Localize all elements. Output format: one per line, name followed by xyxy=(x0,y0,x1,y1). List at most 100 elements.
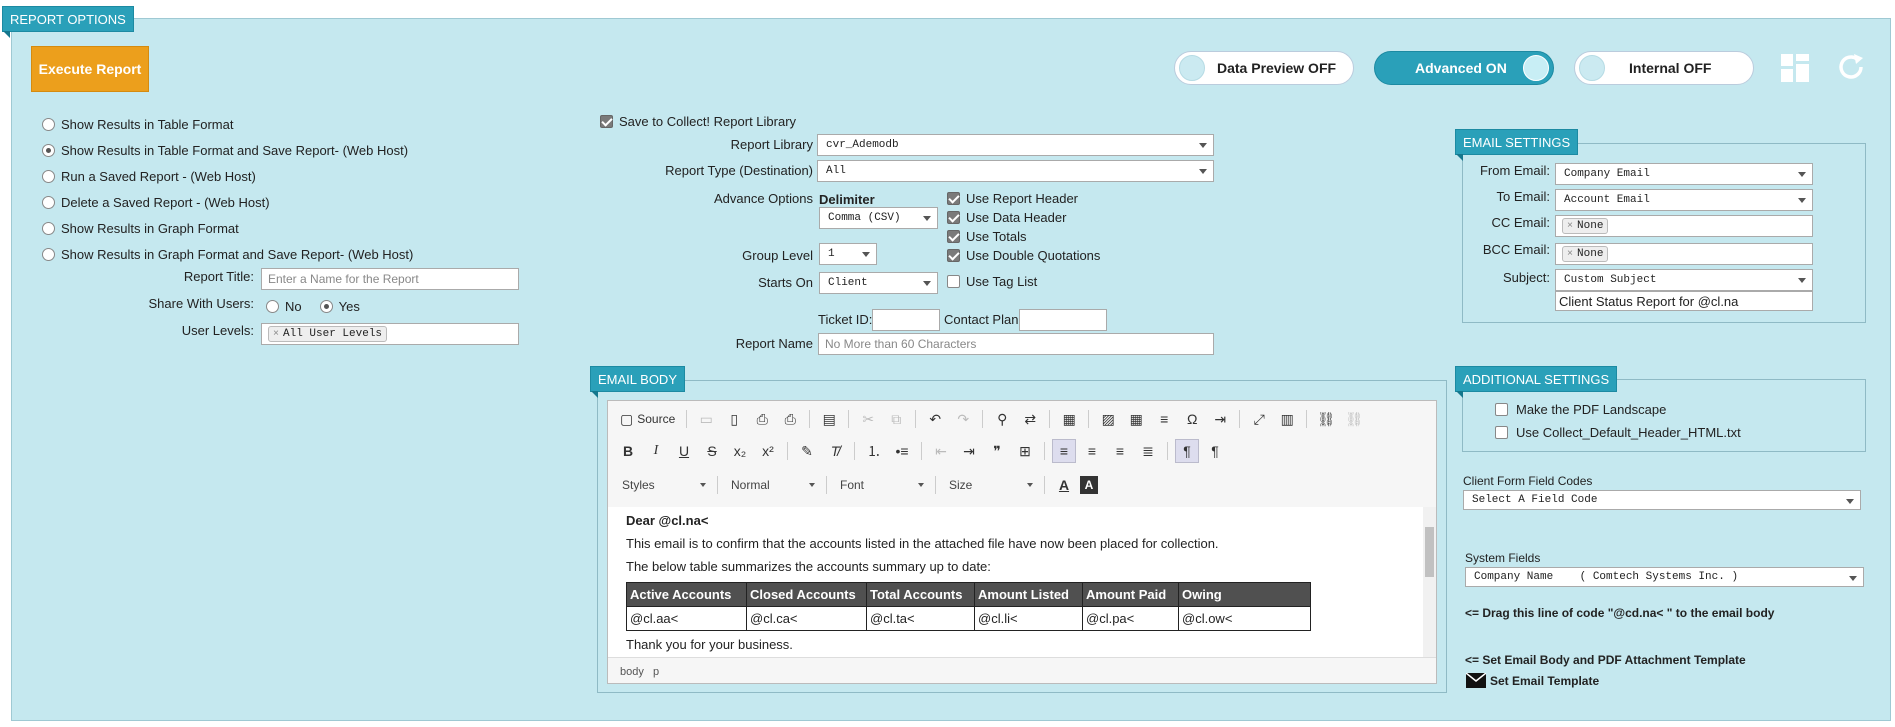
remove-icon[interactable]: × xyxy=(1567,249,1573,260)
data-preview-toggle[interactable]: Data Preview OFF xyxy=(1174,51,1354,85)
copy-format-icon[interactable]: ✎ xyxy=(795,439,819,463)
editor-content[interactable]: Dear @cl.na< This email is to confirm th… xyxy=(608,507,1428,657)
use-totals-checkbox[interactable] xyxy=(947,230,960,243)
preview-icon[interactable]: ⎙ xyxy=(750,407,774,431)
use-double-quotations-checkbox[interactable] xyxy=(947,249,960,262)
save-library-checkbox[interactable] xyxy=(600,115,613,128)
report-type-select[interactable]: All xyxy=(817,160,1214,182)
bcc-email-input[interactable]: × None xyxy=(1555,243,1813,265)
undo-icon[interactable]: ↶ xyxy=(923,407,947,431)
share-no-radio[interactable] xyxy=(266,300,279,313)
option-row[interactable]: Run a Saved Report - (Web Host) xyxy=(42,169,256,184)
share-yes-radio[interactable] xyxy=(319,300,333,313)
background-color-icon[interactable]: A xyxy=(1080,476,1098,494)
horizontal-line-icon[interactable]: ≡ xyxy=(1152,407,1176,431)
source-button[interactable]: ▢ Source xyxy=(616,407,679,431)
table-icon[interactable]: ▦ xyxy=(1124,407,1148,431)
div-container-icon[interactable]: ⊞ xyxy=(1013,439,1037,463)
client-field-codes-select[interactable]: Select A Field Code xyxy=(1463,490,1861,510)
option-row[interactable]: Show Results in Graph Format xyxy=(42,221,239,236)
delimiter-select[interactable]: Comma (CSV) xyxy=(819,207,938,229)
subject-select[interactable]: Custom Subject xyxy=(1555,269,1813,291)
subscript-icon[interactable]: x₂ xyxy=(728,439,752,463)
justify-icon[interactable]: ≣ xyxy=(1136,439,1160,463)
page-break-icon[interactable]: ⇥ xyxy=(1208,407,1232,431)
select-all-icon[interactable]: ▦ xyxy=(1057,407,1081,431)
save-icon[interactable]: ▭ xyxy=(694,407,718,431)
layout-grid-icon[interactable] xyxy=(1780,53,1810,83)
default-header-row[interactable]: Use Collect_Default_Header_HTML.txt xyxy=(1495,425,1741,440)
cut-icon[interactable]: ✂ xyxy=(856,407,880,431)
execute-report-button[interactable]: Execute Report xyxy=(31,46,149,92)
underline-icon[interactable]: U xyxy=(672,439,696,463)
cc-email-input[interactable]: × None xyxy=(1555,215,1813,237)
format-combo[interactable]: Normal xyxy=(725,474,819,496)
use-totals-row[interactable]: Use Totals xyxy=(947,229,1026,244)
save-library-row[interactable]: Save to Collect! Report Library xyxy=(600,114,796,129)
align-left-icon[interactable]: ≡ xyxy=(1052,439,1076,463)
option-row[interactable]: Show Results in Graph Format and Save Re… xyxy=(42,247,413,262)
new-page-icon[interactable]: ▯ xyxy=(722,407,746,431)
link-icon[interactable]: ⛓ xyxy=(1314,407,1338,431)
find-icon[interactable]: ⚲ xyxy=(990,407,1014,431)
use-report-header-checkbox[interactable] xyxy=(947,192,960,205)
radio-button[interactable] xyxy=(42,144,55,157)
unlink-icon[interactable]: ⛓ xyxy=(1342,407,1366,431)
font-combo[interactable]: Font xyxy=(834,474,928,496)
blockquote-icon[interactable]: ❞ xyxy=(985,439,1009,463)
path-p[interactable]: p xyxy=(653,666,659,678)
print-icon[interactable]: ⎙ xyxy=(778,407,802,431)
italic-icon[interactable]: I xyxy=(644,439,668,463)
refresh-icon[interactable] xyxy=(1836,52,1866,82)
use-data-header-checkbox[interactable] xyxy=(947,211,960,224)
superscript-icon[interactable]: x² xyxy=(756,439,780,463)
use-double-quotations-row[interactable]: Use Double Quotations xyxy=(947,248,1100,263)
radio-button[interactable] xyxy=(42,222,55,235)
use-report-header-row[interactable]: Use Report Header xyxy=(947,191,1078,206)
rich-text-editor[interactable]: ▢ Source ▭ ▯ ⎙ ⎙ ▤ ✂ ⧉ ↶ ↷ ⚲ ⇄ ▦ ▨ ▦ ≡ Ω … xyxy=(607,400,1437,684)
radio-button[interactable] xyxy=(42,196,55,209)
group-level-select[interactable]: 1 xyxy=(819,243,877,265)
subject-input[interactable]: Client Status Report for @cl.na xyxy=(1555,291,1813,311)
from-email-select[interactable]: Company Email xyxy=(1555,163,1813,185)
radio-button[interactable] xyxy=(42,248,55,261)
numbered-list-icon[interactable]: ⒈ xyxy=(862,439,886,463)
show-blocks-icon[interactable]: ▥ xyxy=(1275,407,1299,431)
scrollbar-thumb[interactable] xyxy=(1425,527,1434,577)
cc-chip[interactable]: × None xyxy=(1562,218,1609,234)
align-center-icon[interactable]: ≡ xyxy=(1080,439,1104,463)
bcc-chip[interactable]: × None xyxy=(1562,246,1609,262)
rtl-icon[interactable]: ¶ xyxy=(1203,439,1227,463)
option-row[interactable]: Delete a Saved Report - (Web Host) xyxy=(42,195,270,210)
pdf-landscape-checkbox[interactable] xyxy=(1495,403,1508,416)
drag-hint[interactable]: <= Drag this line of code "@cd.na< " to … xyxy=(1465,606,1774,620)
user-levels-input[interactable]: × All User Levels xyxy=(261,323,519,345)
remove-icon[interactable]: × xyxy=(273,329,279,340)
path-body[interactable]: body xyxy=(620,666,644,678)
radio-button[interactable] xyxy=(42,118,55,131)
report-name-input[interactable]: No More than 60 Characters xyxy=(818,333,1214,355)
strikethrough-icon[interactable]: S xyxy=(700,439,724,463)
ltr-icon[interactable]: ¶ xyxy=(1175,439,1199,463)
internal-toggle[interactable]: Internal OFF xyxy=(1574,51,1754,85)
use-data-header-row[interactable]: Use Data Header xyxy=(947,210,1066,225)
remove-icon[interactable]: × xyxy=(1567,221,1573,232)
copy-icon[interactable]: ⧉ xyxy=(884,407,908,431)
option-row[interactable]: Show Results in Table Format xyxy=(42,117,233,132)
image-icon[interactable]: ▨ xyxy=(1096,407,1120,431)
maximize-icon[interactable]: ⤢ xyxy=(1247,407,1271,431)
advanced-toggle[interactable]: Advanced ON xyxy=(1374,51,1554,85)
bulleted-list-icon[interactable]: •≡ xyxy=(890,439,914,463)
editor-scrollbar[interactable] xyxy=(1423,507,1436,657)
outdent-icon[interactable]: ⇤ xyxy=(929,439,953,463)
starts-on-select[interactable]: Client xyxy=(819,272,938,294)
indent-icon[interactable]: ⇥ xyxy=(957,439,981,463)
bold-icon[interactable]: B xyxy=(616,439,640,463)
contact-plan-input[interactable] xyxy=(1019,309,1107,331)
to-email-select[interactable]: Account Email xyxy=(1555,189,1813,211)
set-email-template-link[interactable]: Set Email Template xyxy=(1466,673,1599,688)
templates-icon[interactable]: ▤ xyxy=(817,407,841,431)
redo-icon[interactable]: ↷ xyxy=(951,407,975,431)
use-tag-list-checkbox[interactable] xyxy=(947,275,960,288)
styles-combo[interactable]: Styles xyxy=(616,474,710,496)
